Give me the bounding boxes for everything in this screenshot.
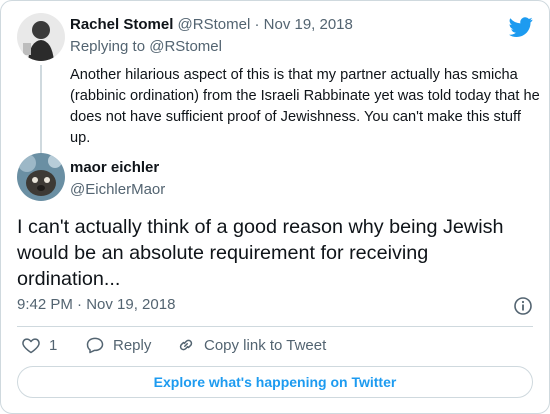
- main-author-name[interactable]: maor eichler: [70, 159, 159, 176]
- like-button[interactable]: 1: [21, 335, 57, 355]
- parent-tweet-text: Another hilarious aspect of this is that…: [70, 67, 540, 146]
- link-icon: [179, 339, 193, 351]
- twitter-bird-icon[interactable]: [509, 15, 533, 39]
- main-tweet-text: I can't actually think of a good reason …: [17, 216, 504, 290]
- replying-to-prefix: Replying to: [70, 38, 150, 55]
- parent-author-handle[interactable]: @RStomel: [178, 16, 251, 33]
- avatar-rachel-stomel[interactable]: [17, 13, 65, 61]
- reply-bubble-icon: [86, 337, 104, 354]
- replying-to-line: Replying to @RStomel: [70, 38, 222, 55]
- copy-link-button[interactable]: Copy link to Tweet: [176, 335, 326, 355]
- avatar-maor-eichler[interactable]: [17, 153, 65, 201]
- explore-twitter-button[interactable]: Explore what's happening on Twitter: [17, 366, 533, 398]
- reply-label: Reply: [113, 336, 152, 354]
- divider: [17, 326, 533, 327]
- like-count: 1: [49, 336, 58, 354]
- heart-icon: [22, 338, 40, 354]
- thread-connector-line: [40, 65, 42, 160]
- info-icon[interactable]: [513, 296, 533, 316]
- copy-link-label: Copy link to Tweet: [204, 336, 327, 354]
- replying-to-handle[interactable]: @RStomel: [149, 38, 222, 55]
- main-tweet-timestamp[interactable]: 9:42 PM · Nov 19, 2018: [17, 296, 175, 313]
- parent-tweet-date[interactable]: Nov 19, 2018: [264, 16, 353, 33]
- separator: ·: [254, 16, 260, 33]
- main-author-handle[interactable]: @EichlerMaor: [70, 181, 165, 198]
- parent-author-name[interactable]: Rachel Stomel: [70, 16, 173, 33]
- reply-button[interactable]: Reply: [85, 335, 151, 355]
- parent-tweet-header: Rachel Stomel @RStomel · Nov 19, 2018: [70, 16, 353, 33]
- tweet-embed-card: Rachel Stomel @RStomel · Nov 19, 2018 Re…: [0, 0, 550, 414]
